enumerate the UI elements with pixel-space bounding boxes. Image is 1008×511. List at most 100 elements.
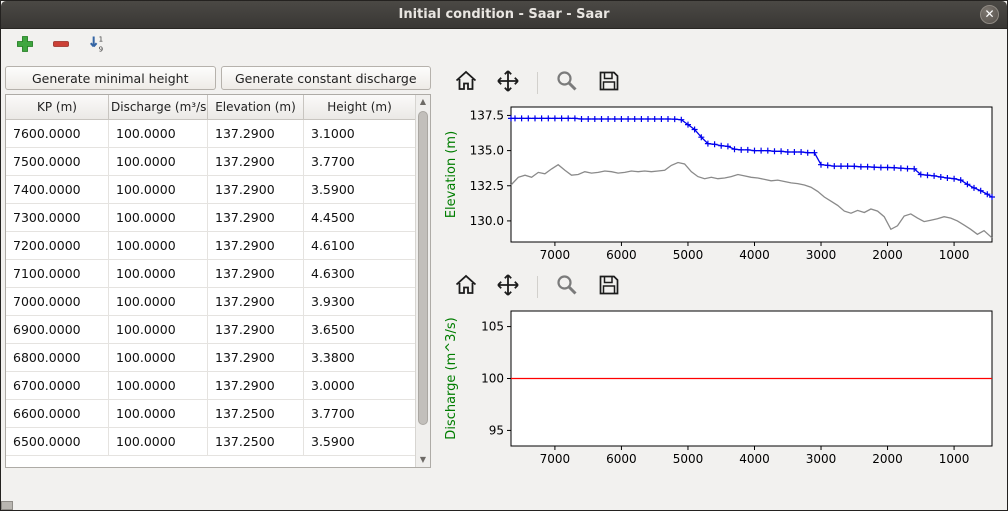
table-cell[interactable]: 7400.0000 xyxy=(6,176,109,204)
discharge-plot-toolbar xyxy=(439,270,1003,304)
svg-text:3000: 3000 xyxy=(806,248,837,262)
table-cell[interactable]: 6700.0000 xyxy=(6,372,109,400)
table-cell[interactable]: 3.5900 xyxy=(304,428,415,456)
table-cell[interactable]: 7600.0000 xyxy=(6,120,109,148)
content-area: Generate minimal height Generate constan… xyxy=(1,63,1007,474)
sort-rows-button[interactable]: 1 9 xyxy=(83,33,111,59)
table-cell[interactable]: 137.2900 xyxy=(208,176,304,204)
table-cell[interactable]: 6500.0000 xyxy=(6,428,109,456)
table-cell[interactable]: 6800.0000 xyxy=(6,344,109,372)
svg-text:1: 1 xyxy=(99,35,104,44)
minus-icon xyxy=(51,34,71,58)
generate-minimal-height-button[interactable]: Generate minimal height xyxy=(5,66,216,90)
table-cell[interactable]: 3.7700 xyxy=(304,400,415,428)
magnifier-icon xyxy=(555,273,579,301)
kp-table: KP (m)Discharge (m³/s)Elevation (m)Heigh… xyxy=(6,95,415,467)
table-cell[interactable]: 137.2500 xyxy=(208,428,304,456)
pan-button[interactable] xyxy=(495,70,521,96)
table-cell[interactable]: 4.6300 xyxy=(304,260,415,288)
svg-text:4000: 4000 xyxy=(739,452,770,466)
svg-text:100: 100 xyxy=(481,372,504,386)
table-row: 6500.0000100.0000137.25003.5900 xyxy=(6,428,415,456)
save-button[interactable] xyxy=(596,70,622,96)
table-cell[interactable]: 100.0000 xyxy=(109,120,208,148)
home-button[interactable] xyxy=(453,70,479,96)
table-cell[interactable]: 100.0000 xyxy=(109,204,208,232)
table-cell[interactable]: 7100.0000 xyxy=(6,260,109,288)
table-row: 6600.0000100.0000137.25003.7700 xyxy=(6,400,415,428)
table-cell[interactable]: 4.4500 xyxy=(304,204,415,232)
table-cell[interactable]: 3.7700 xyxy=(304,148,415,176)
pan-button[interactable] xyxy=(495,274,521,300)
table-cell[interactable]: 137.2900 xyxy=(208,120,304,148)
table-cell[interactable]: 100.0000 xyxy=(109,288,208,316)
table-cell[interactable]: 100.0000 xyxy=(109,344,208,372)
table-cell[interactable]: 3.3800 xyxy=(304,344,415,372)
table-cell[interactable]: 100.0000 xyxy=(109,176,208,204)
table-cell[interactable]: 3.1000 xyxy=(304,120,415,148)
svg-text:Elevation (m): Elevation (m) xyxy=(444,131,459,218)
window-title: Initial condition - Saar - Saar xyxy=(398,7,609,22)
generate-constant-discharge-button[interactable]: Generate constant discharge xyxy=(221,66,432,90)
scrollbar-thumb[interactable] xyxy=(418,111,428,425)
table-cell[interactable]: 7300.0000 xyxy=(6,204,109,232)
remove-row-button[interactable] xyxy=(47,33,75,59)
elevation-chart[interactable]: 7000600050004000300020001000130.0132.513… xyxy=(439,100,1003,270)
table-cell[interactable]: 137.2900 xyxy=(208,288,304,316)
table-cell[interactable]: 137.2900 xyxy=(208,316,304,344)
table-cell[interactable]: 100.0000 xyxy=(109,148,208,176)
save-icon xyxy=(597,69,621,97)
main-toolbar: 1 9 xyxy=(1,29,1007,63)
svg-text:4000: 4000 xyxy=(739,248,770,262)
toolbar-separator xyxy=(537,276,538,298)
table-cell[interactable]: 100.0000 xyxy=(109,400,208,428)
scroll-up-arrow[interactable]: ▲ xyxy=(416,95,430,109)
column-header[interactable]: Elevation (m) xyxy=(208,95,304,120)
discharge-chart[interactable]: 700060005000400030002000100095100105Disc… xyxy=(439,304,1003,474)
table-cell[interactable]: 137.2900 xyxy=(208,260,304,288)
add-row-button[interactable] xyxy=(11,33,39,59)
table-cell[interactable]: 137.2900 xyxy=(208,148,304,176)
save-button[interactable] xyxy=(596,274,622,300)
table-cell[interactable]: 3.5900 xyxy=(304,176,415,204)
table-cell[interactable]: 6900.0000 xyxy=(6,316,109,344)
table-cell[interactable]: 137.2900 xyxy=(208,372,304,400)
table-cell[interactable]: 100.0000 xyxy=(109,428,208,456)
table-cell[interactable]: 3.0000 xyxy=(304,372,415,400)
table-row: 7600.0000100.0000137.29003.1000 xyxy=(6,120,415,148)
table-cell[interactable]: 137.2900 xyxy=(208,204,304,232)
table-cell[interactable]: 100.0000 xyxy=(109,372,208,400)
zoom-button[interactable] xyxy=(554,70,580,96)
column-header[interactable]: Discharge (m³/s) xyxy=(109,95,208,120)
table-cell[interactable]: 137.2500 xyxy=(208,400,304,428)
kp-table-wrap: KP (m)Discharge (m³/s)Elevation (m)Heigh… xyxy=(5,94,431,468)
table-cell[interactable]: 100.0000 xyxy=(109,260,208,288)
table-cell[interactable]: 3.9300 xyxy=(304,288,415,316)
table-cell[interactable]: 100.0000 xyxy=(109,316,208,344)
svg-text:6000: 6000 xyxy=(606,452,637,466)
zoom-button[interactable] xyxy=(554,274,580,300)
table-vertical-scrollbar[interactable]: ▲ ▼ xyxy=(415,95,430,467)
table-cell[interactable]: 137.2900 xyxy=(208,232,304,260)
svg-text:6000: 6000 xyxy=(606,248,637,262)
table-row: 7000.0000100.0000137.29003.9300 xyxy=(6,288,415,316)
svg-text:7000: 7000 xyxy=(540,248,571,262)
svg-text:130.0: 130.0 xyxy=(470,214,504,228)
column-header[interactable]: KP (m) xyxy=(6,95,109,120)
table-cell[interactable]: 137.2900 xyxy=(208,344,304,372)
table-cell[interactable]: 7500.0000 xyxy=(6,148,109,176)
status-bar xyxy=(1,501,1007,510)
home-button[interactable] xyxy=(453,274,479,300)
table-cell[interactable]: 7000.0000 xyxy=(6,288,109,316)
column-header[interactable]: Height (m) xyxy=(304,95,415,120)
table-cell[interactable]: 6600.0000 xyxy=(6,400,109,428)
table-cell[interactable]: 4.6100 xyxy=(304,232,415,260)
svg-text:135.0: 135.0 xyxy=(470,144,504,158)
table-cell[interactable]: 3.6500 xyxy=(304,316,415,344)
scroll-down-arrow[interactable]: ▼ xyxy=(416,453,430,467)
resize-grip[interactable] xyxy=(1,501,13,510)
table-cell[interactable]: 100.0000 xyxy=(109,232,208,260)
svg-text:5000: 5000 xyxy=(673,248,704,262)
close-button[interactable]: ✕ xyxy=(980,5,999,24)
table-cell[interactable]: 7200.0000 xyxy=(6,232,109,260)
